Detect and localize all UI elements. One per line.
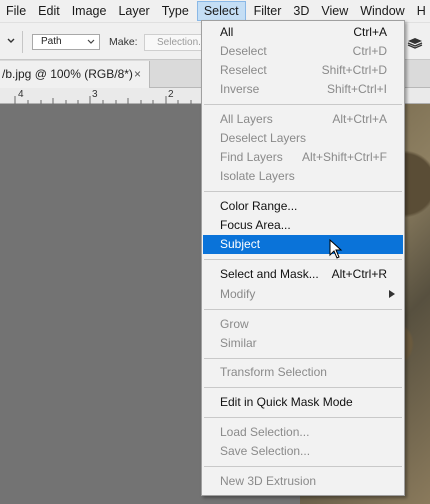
menu-item-find-layers[interactable]: Find Layers Alt+Shift+Ctrl+F xyxy=(203,148,403,167)
menu-filter[interactable]: Filter xyxy=(248,1,288,21)
menu-item-label: Edit in Quick Mask Mode xyxy=(220,395,353,409)
menu-item-label: Find Layers xyxy=(220,150,283,164)
menu-item-similar[interactable]: Similar xyxy=(203,334,403,353)
menu-item-color-range[interactable]: Color Range... xyxy=(203,197,403,216)
menu-item-label: Load Selection... xyxy=(220,425,310,439)
menu-separator xyxy=(204,309,402,310)
menu-item-shortcut: Alt+Ctrl+A xyxy=(332,112,387,126)
mouse-cursor-icon xyxy=(329,239,343,259)
menu-item-grow[interactable]: Grow xyxy=(203,315,403,334)
menu-item-label: Deselect xyxy=(220,44,267,58)
menu-item-label: Save Selection... xyxy=(220,444,311,458)
menu-item-select-and-mask[interactable]: Select and Mask... Alt+Ctrl+R xyxy=(203,265,403,284)
menu-item-shortcut: Alt+Ctrl+R xyxy=(331,267,387,281)
menu-item-label: Select and Mask... xyxy=(220,267,319,281)
menu-item-label: Deselect Layers xyxy=(220,131,307,145)
menu-item-label: Modify xyxy=(220,287,256,301)
menu-item-all[interactable]: All Ctrl+A xyxy=(203,23,403,42)
menu-item-label: All Layers xyxy=(220,112,273,126)
menu-item-new-3d-extrusion[interactable]: New 3D Extrusion xyxy=(203,472,403,491)
document-tab-title: /b.jpg @ 100% (RGB/8*) xyxy=(2,67,133,81)
menu-item-label: Inverse xyxy=(220,82,260,96)
chevron-down-icon xyxy=(87,39,95,44)
path-mode-value: Path xyxy=(41,36,62,47)
make-label: Make: xyxy=(109,36,138,48)
layers-icon[interactable] xyxy=(406,34,424,50)
menubar: File Edit Image Layer Type Select Filter… xyxy=(0,0,430,22)
menu-item-save-selection[interactable]: Save Selection... xyxy=(203,442,403,461)
menu-image[interactable]: Image xyxy=(66,1,113,21)
submenu-arrow-icon xyxy=(389,290,395,298)
menu-item-label: Transform Selection xyxy=(220,365,327,379)
menu-separator xyxy=(204,104,402,105)
menu-separator xyxy=(204,259,402,260)
menu-item-deselect[interactable]: Deselect Ctrl+D xyxy=(203,42,403,61)
menu-item-load-selection[interactable]: Load Selection... xyxy=(203,423,403,442)
menu-view[interactable]: View xyxy=(315,1,354,21)
menu-item-deselect-layers[interactable]: Deselect Layers xyxy=(203,129,403,148)
menu-edit[interactable]: Edit xyxy=(32,1,66,21)
ruler-label: 2 xyxy=(168,89,174,100)
menu-item-label: All xyxy=(220,25,234,39)
menu-layer[interactable]: Layer xyxy=(112,1,155,21)
menu-item-label: Reselect xyxy=(220,63,267,77)
menu-window[interactable]: Window xyxy=(354,1,410,21)
menu-item-label: Color Range... xyxy=(220,199,298,213)
menu-file[interactable]: File xyxy=(0,1,32,21)
menu-item-label: Similar xyxy=(220,336,257,350)
menu-item-label: New 3D Extrusion xyxy=(220,474,317,488)
menu-item-focus-area[interactable]: Focus Area... xyxy=(203,216,403,235)
menu-item-reselect[interactable]: Reselect Shift+Ctrl+D xyxy=(203,61,403,80)
menu-item-label: Grow xyxy=(220,317,249,331)
menu-item-shortcut: Shift+Ctrl+I xyxy=(326,82,387,96)
menu-type[interactable]: Type xyxy=(156,1,195,21)
menu-item-modify[interactable]: Modify xyxy=(203,285,403,304)
select-menu: All Ctrl+A Deselect Ctrl+D Reselect Shif… xyxy=(201,20,405,496)
menu-item-subject[interactable]: Subject xyxy=(203,235,403,254)
menu-separator xyxy=(204,466,402,467)
ruler-label: 3 xyxy=(92,89,98,100)
menu-separator xyxy=(204,358,402,359)
menu-item-all-layers[interactable]: All Layers Alt+Ctrl+A xyxy=(203,110,403,129)
path-mode-select[interactable]: Path xyxy=(32,34,100,50)
menu-3d[interactable]: 3D xyxy=(287,1,315,21)
make-selection-button[interactable]: Selection... xyxy=(144,34,202,51)
menu-select[interactable]: Select xyxy=(196,1,246,21)
options-divider xyxy=(22,31,23,53)
menu-item-label: Subject xyxy=(220,237,261,251)
chevron-down-icon[interactable] xyxy=(6,35,16,47)
menu-item-shortcut: Alt+Shift+Ctrl+F xyxy=(301,150,387,164)
menu-item-isolate-layers[interactable]: Isolate Layers xyxy=(203,167,403,186)
menu-item-label: Focus Area... xyxy=(220,218,291,232)
menu-item-shortcut: Ctrl+A xyxy=(353,25,387,39)
menu-separator xyxy=(204,191,402,192)
menu-item-shortcut: Shift+Ctrl+D xyxy=(321,63,387,77)
menu-item-shortcut: Ctrl+D xyxy=(352,44,387,58)
menu-item-inverse[interactable]: Inverse Shift+Ctrl+I xyxy=(203,80,403,99)
menu-item-quick-mask[interactable]: Edit in Quick Mask Mode xyxy=(203,393,403,412)
document-tab[interactable]: /b.jpg @ 100% (RGB/8*) × xyxy=(0,61,150,88)
ruler-label: 4 xyxy=(18,89,24,100)
menu-item-label: Isolate Layers xyxy=(220,169,295,183)
menu-item-transform-selection[interactable]: Transform Selection xyxy=(203,363,403,382)
close-icon[interactable]: × xyxy=(134,61,141,87)
menu-help[interactable]: H xyxy=(411,1,430,21)
menu-separator xyxy=(204,387,402,388)
menu-separator xyxy=(204,417,402,418)
